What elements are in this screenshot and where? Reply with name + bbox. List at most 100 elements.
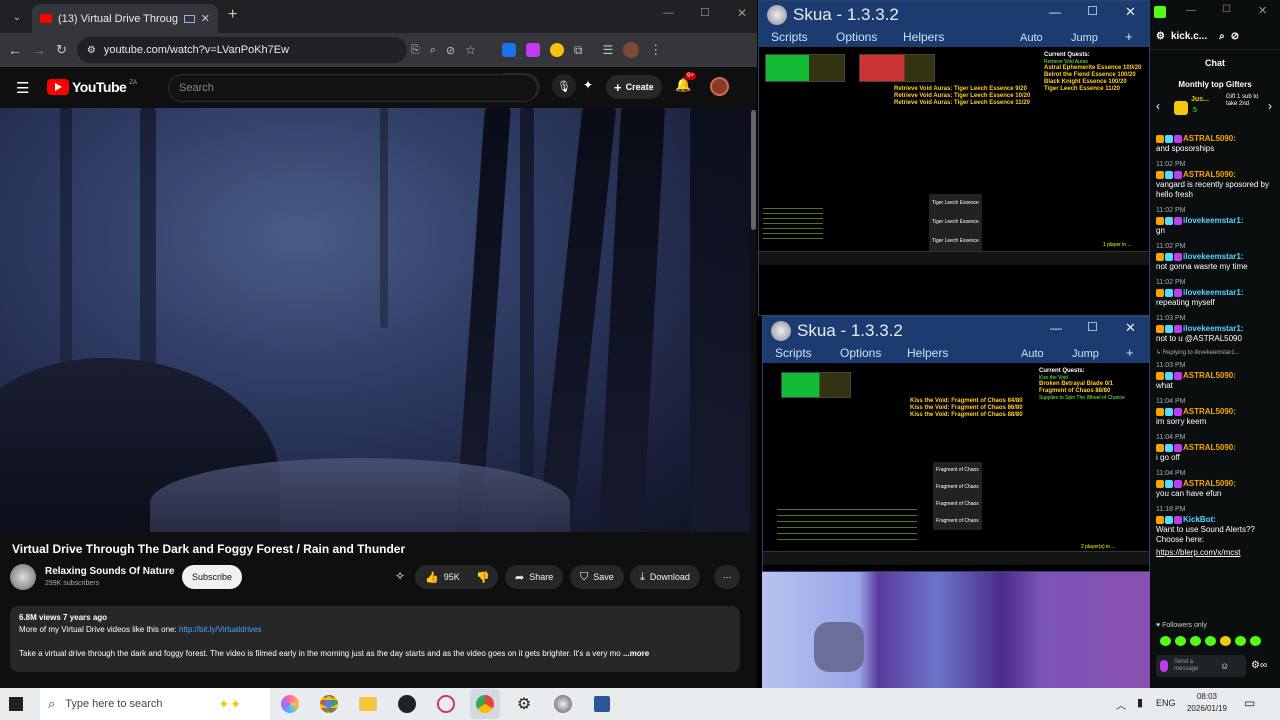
download-button[interactable]: ⤓ Download [630, 565, 700, 589]
tab-search-icon[interactable]: ⌄ [8, 8, 26, 26]
page-scrollbar[interactable] [750, 108, 757, 688]
message-username[interactable]: ASTRAL5090: [1183, 443, 1236, 452]
youtube-logo[interactable]: YouTube ZA [47, 79, 137, 95]
skua-2-jump-button[interactable]: Jump [1072, 348, 1099, 360]
file-explorer-icon[interactable] [353, 689, 383, 719]
extension-1-icon[interactable] [501, 43, 516, 57]
bookmark-star-icon[interactable]: ☆ [465, 43, 476, 57]
clock[interactable]: 08:03 2026/01/19 [1185, 691, 1229, 715]
zoom-icon[interactable]: ⌕ [430, 44, 436, 57]
kick-zoom-icon[interactable]: ⌕ [1219, 31, 1225, 42]
skua-2-maximize-icon[interactable]: ☐ [1087, 320, 1098, 334]
skua-1-jump-button[interactable]: Jump [1071, 32, 1098, 44]
extension-3-icon[interactable] [549, 43, 564, 57]
kick-tune-icon[interactable]: ⚙ [1156, 31, 1165, 42]
forward-icon[interactable]: → [32, 42, 46, 58]
channel-avatar[interactable] [10, 564, 36, 590]
skua-1-action-bar[interactable] [759, 251, 1149, 265]
minimize-icon[interactable]: — [663, 7, 674, 19]
extensions-puzzle-icon[interactable]: ⧉ [574, 43, 583, 58]
maximize-icon[interactable]: ☐ [700, 6, 710, 19]
chat-settings-icon[interactable]: ⚙∞ [1251, 660, 1267, 671]
gifters-next-icon[interactable]: › [1268, 99, 1272, 113]
save-button[interactable]: ⛉ Save [570, 565, 624, 589]
description-link[interactable]: http://bit.ly/Virtualdrives [179, 625, 262, 634]
skua-2-auto-button[interactable]: Auto [1021, 348, 1044, 360]
profile-avatar-icon[interactable] [623, 42, 640, 58]
emote-icon[interactable] [1190, 636, 1201, 646]
share-button[interactable]: ➦ Share [505, 565, 564, 589]
emoji-icon[interactable]: ☺ [1220, 661, 1229, 671]
message-username[interactable]: ilovekeemstar1: [1183, 216, 1243, 225]
message-username[interactable]: ASTRAL5090: [1183, 479, 1236, 488]
skua-2-plus-icon[interactable]: + [1126, 345, 1134, 360]
message-username[interactable]: ASTRAL5090: [1183, 371, 1236, 380]
search-input[interactable]: Search [168, 74, 538, 102]
message-username[interactable]: ASTRAL5090: [1183, 170, 1236, 179]
gift-prompt[interactable]: Gift 1 sub to take 2nd [1226, 94, 1266, 108]
word-icon[interactable] [587, 689, 617, 719]
skua-1-close-icon[interactable]: ✕ [1125, 4, 1136, 20]
skua-1-auto-button[interactable]: Auto [1020, 32, 1043, 44]
skua-2-game-view[interactable]: Kiss the Void: Fragment of Chaos 84/80 K… [763, 364, 1149, 571]
skua-2-menu-scripts[interactable]: Scripts [775, 346, 812, 360]
create-button[interactable]: + Create [606, 75, 662, 99]
emote-icon[interactable] [1220, 636, 1231, 646]
video-player[interactable] [0, 108, 750, 532]
channel-name[interactable]: Relaxing Sounds Of Nature [45, 566, 174, 577]
hamburger-menu-icon[interactable]: ☰ [16, 79, 29, 97]
back-icon[interactable]: ← [8, 42, 22, 58]
windows-start-icon[interactable] [9, 697, 23, 711]
message-username[interactable]: ASTRAL5090: [1183, 134, 1236, 143]
chrome-active-icon[interactable] [470, 689, 500, 719]
extension-2-icon[interactable] [525, 43, 540, 57]
emote-icon[interactable] [1205, 636, 1216, 646]
chrome-icon[interactable] [314, 689, 344, 719]
skua-2-menu-helpers[interactable]: Helpers [907, 346, 948, 360]
site-info-icon[interactable]: ⚙ [87, 45, 96, 56]
emote-icon[interactable] [1175, 636, 1186, 646]
message-username[interactable]: KickBot: [1183, 515, 1216, 524]
emote-icon[interactable] [1235, 636, 1246, 646]
hype-icon[interactable]: ✧ [395, 569, 405, 583]
tray-chevron-icon[interactable]: ︿ [1116, 697, 1126, 712]
notifications-icon[interactable]: ▭ [1244, 696, 1255, 710]
kick-eye-off-icon[interactable]: ⊘ [1231, 31, 1239, 42]
eye-off-icon[interactable]: ⊘ [446, 44, 455, 57]
copilot-icon[interactable] [275, 689, 305, 719]
gifters-prev-icon[interactable]: ‹ [1156, 99, 1160, 113]
emote-icon[interactable] [1160, 636, 1171, 646]
more-actions-button[interactable]: ⋯ [714, 565, 740, 589]
reload-icon[interactable]: ↻ [56, 42, 67, 58]
subscribe-button[interactable]: Subscribe [182, 565, 243, 589]
close-icon[interactable]: ✕ [737, 6, 747, 20]
chrome-menu-icon[interactable]: ⋮ [649, 42, 662, 58]
skua-1-menu-helpers[interactable]: Helpers [903, 30, 944, 44]
snipping-icon[interactable] [431, 689, 461, 719]
skua-1-plus-icon[interactable]: + [1125, 29, 1133, 44]
chat-input[interactable]: Send a message ☺ [1156, 655, 1246, 677]
skua-1-game-view[interactable]: Retrieve Void Auras: Tiger Leech Essence… [759, 48, 1149, 315]
search-highlight-icon[interactable]: ✦✦ [218, 696, 241, 713]
emote-bar[interactable] [1160, 636, 1261, 646]
description-box[interactable]: 6.8M views 7 years ago More of my Virtua… [10, 606, 740, 672]
reading-list-icon[interactable]: ☰ [602, 43, 613, 57]
more-link[interactable]: ...more [623, 649, 649, 658]
message-username[interactable]: ilovekeemstar1: [1183, 252, 1243, 261]
kick-url[interactable]: kick.c... [1171, 31, 1207, 42]
emote-icon[interactable] [1250, 636, 1261, 646]
like-button[interactable]: 👍 95K [415, 565, 470, 589]
kick-close-icon[interactable]: ✕ [1258, 4, 1267, 17]
tab-close-icon[interactable]: ✕ [201, 12, 210, 25]
skua-taskbar-icon[interactable] [548, 689, 578, 719]
ai-sparkle-icon[interactable]: ✦ [583, 78, 593, 92]
message-username[interactable]: ASTRAL5090: [1183, 407, 1236, 416]
steam-icon[interactable] [392, 689, 422, 719]
tab-youtube[interactable]: (13) Virtual Drive Through T ✕ [32, 4, 218, 33]
kick-minimize-icon[interactable]: — [1186, 5, 1196, 16]
account-avatar[interactable] [710, 77, 729, 96]
language-indicator[interactable]: ENG [1156, 698, 1176, 708]
skua-2-action-bar[interactable] [763, 551, 1149, 565]
install-icon[interactable]: ⎘ [411, 44, 420, 57]
skua-2-minimize-icon[interactable]: — [1050, 321, 1062, 335]
